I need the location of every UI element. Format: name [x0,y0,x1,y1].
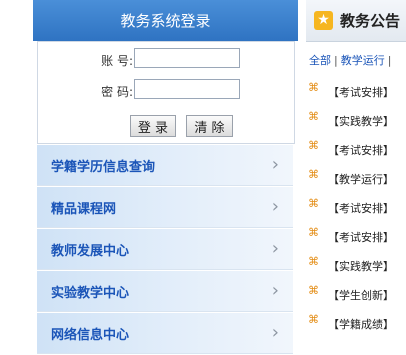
announcement-category: 【教学运行】 [328,173,394,186]
left-panel: 教务系统登录 账 号: 密 码: 登 录 清 除 学籍学历信息查询 › 精品课程… [33,0,298,354]
announcements-panel: ★ 教务公告 全部 | 教学运行 | ⌘ 【考试安排】 ⌘ 【实践教学】 ⌘ 【考试安排】 … [306,0,406,349]
menu-item-label: 教师发展中心 [51,244,130,259]
bullet-icon: ⌘ [308,168,319,181]
list-item[interactable]: ⌘ 【学籍成绩】 [306,310,406,339]
bullet-icon: ⌘ [308,81,319,94]
filter-separator: | [387,54,392,67]
bullet-icon: ⌘ [308,110,319,123]
filter-teaching-link[interactable]: 教学运行 [341,54,385,67]
menu-item-student-records[interactable]: 学籍学历信息查询 › [37,145,293,186]
announcement-category: 【考试安排】 [328,144,394,157]
account-row: 账 号: [38,48,294,70]
menu-item-teacher-development[interactable]: 教师发展中心 › [37,229,293,270]
chevron-right-icon: › [271,196,279,217]
menu-item-label: 精品课程网 [51,202,117,217]
bullet-icon: ⌘ [308,139,319,152]
list-item[interactable]: ⌘ 【教学运行】 [306,165,406,194]
menu-item-label: 实验教学中心 [51,286,130,301]
announcement-list: ⌘ 【考试安排】 ⌘ 【实践教学】 ⌘ 【考试安排】 ⌘ 【教学运行】 ⌘ 【考试安排】 … [306,78,406,339]
list-item[interactable]: ⌘ 【考试安排】 [306,78,406,107]
list-item[interactable]: ⌘ 【考试安排】 [306,223,406,252]
bullet-icon: ⌘ [308,255,319,268]
login-button[interactable]: 登 录 [130,115,176,137]
login-form: 账 号: 密 码: 登 录 清 除 [37,41,295,144]
list-item[interactable]: ⌘ 【实践教学】 [306,107,406,136]
menu-item-quality-courses[interactable]: 精品课程网 › [37,187,293,228]
password-input[interactable] [134,79,240,99]
bullet-icon: ⌘ [308,226,319,239]
password-row: 密 码: [38,79,294,101]
list-item[interactable]: ⌘ 【考试安排】 [306,194,406,223]
password-label: 密 码: [101,85,133,99]
account-label: 账 号: [101,54,133,68]
menu-item-label: 网络信息中心 [51,328,130,343]
quick-links-menu: 学籍学历信息查询 › 精品课程网 › 教师发展中心 › 实验教学中心 › 网络信… [37,145,293,355]
announcement-filters: 全部 | 教学运行 | [309,52,394,68]
announcement-category: 【考试安排】 [328,86,394,99]
announcement-category: 【学生创新】 [328,289,394,302]
clear-button[interactable]: 清 除 [186,115,233,137]
chevron-right-icon: › [271,322,279,343]
bullet-icon: ⌘ [308,197,319,210]
filter-separator: | [334,54,338,67]
announcement-category: 【实践教学】 [328,260,394,273]
bullet-icon: ⌘ [308,313,319,326]
announcements-title: 教务公告 [340,12,401,30]
star-icon: ★ [314,11,333,30]
list-item[interactable]: ⌘ 【学生创新】 [306,281,406,310]
login-header: 教务系统登录 [33,0,298,41]
announcement-category: 【学籍成绩】 [328,318,394,331]
menu-item-network-center[interactable]: 网络信息中心 › [37,313,293,354]
login-title: 教务系统登录 [120,12,211,30]
announcement-category: 【考试安排】 [328,202,394,215]
menu-item-lab-teaching[interactable]: 实验教学中心 › [37,271,293,312]
announcement-category: 【实践教学】 [328,115,394,128]
list-item[interactable]: ⌘ 【考试安排】 [306,136,406,165]
chevron-right-icon: › [271,280,279,301]
announcement-category: 【考试安排】 [328,231,394,244]
chevron-right-icon: › [271,154,279,175]
announcements-header: ★ 教务公告 [306,0,406,42]
chevron-right-icon: › [271,238,279,259]
menu-item-label: 学籍学历信息查询 [51,160,156,175]
bullet-icon: ⌘ [308,284,319,297]
filter-all-link[interactable]: 全部 [309,54,331,67]
list-item[interactable]: ⌘ 【实践教学】 [306,252,406,281]
account-input[interactable] [134,48,240,68]
